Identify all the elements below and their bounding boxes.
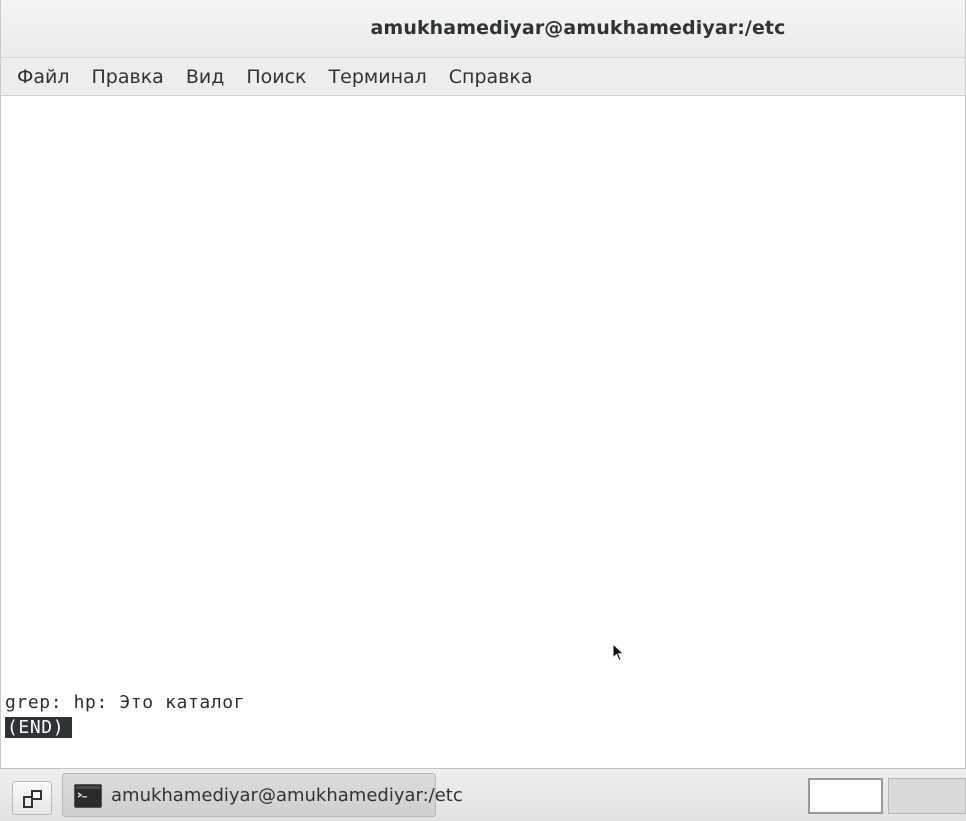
workspace-switcher-1[interactable]: [808, 778, 883, 814]
terminal-window: amukhamediyar@amukhamediyar:/etc Файл Пр…: [0, 0, 966, 768]
taskbar-task-label: amukhamediyar@amukhamediyar:/etc: [111, 785, 463, 806]
window-titlebar[interactable]: amukhamediyar@amukhamediyar:/etc: [1, 0, 965, 58]
taskbar: amukhamediyar@amukhamediyar:/etc: [0, 768, 966, 821]
terminal-area[interactable]: grep: hp: Это каталог (END): [1, 96, 965, 768]
show-desktop-button[interactable]: [12, 781, 52, 815]
terminal-pager-line: (END): [5, 717, 73, 738]
terminal-icon: [74, 784, 102, 808]
terminal-output-line: grep: hp: Это каталог: [5, 692, 246, 713]
menu-view[interactable]: Вид: [175, 58, 236, 96]
mouse-pointer-icon: [612, 643, 625, 662]
menu-file[interactable]: Файл: [6, 58, 81, 96]
taskbar-terminal-task[interactable]: amukhamediyar@amukhamediyar:/etc: [62, 773, 463, 817]
menu-search[interactable]: Поиск: [235, 58, 317, 96]
window-title: amukhamediyar@amukhamediyar:/etc: [370, 17, 786, 39]
menu-edit[interactable]: Правка: [81, 58, 175, 96]
menubar: Файл Правка Вид Поиск Терминал Справка: [1, 58, 965, 96]
menu-help[interactable]: Справка: [438, 58, 544, 96]
menu-terminal[interactable]: Терминал: [318, 58, 438, 96]
workspace-switcher-2[interactable]: [888, 778, 966, 814]
pager-end-marker: (END): [5, 717, 73, 738]
show-desktop-icon: [23, 790, 42, 808]
